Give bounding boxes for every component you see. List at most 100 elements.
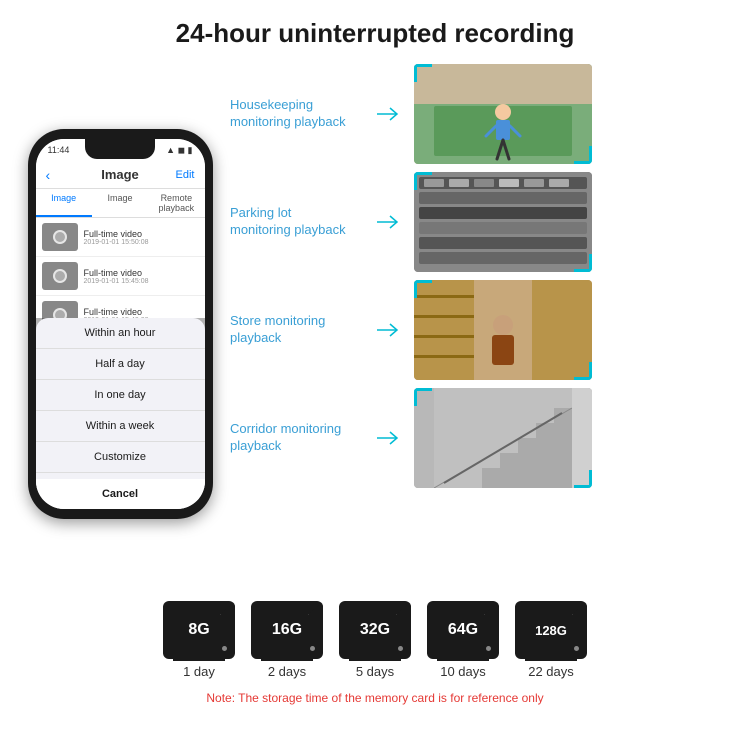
sd-card-8g: 8G: [163, 601, 235, 659]
monitoring-image-parking: [414, 172, 592, 272]
corridor-scene: [414, 388, 592, 488]
storage-card-8g: 8G 1 day: [163, 601, 235, 679]
storage-days-64g: 10 days: [440, 664, 486, 679]
item-info: Full-time video 2019-01-01 15:50:08: [84, 229, 199, 246]
page-title: 24-hour uninterrupted recording: [20, 18, 730, 49]
dropdown-item-half-day[interactable]: Half a day: [36, 349, 205, 380]
monitoring-label-corridor: Corridor monitoringplayback: [230, 421, 360, 455]
phone-notch: [85, 139, 155, 159]
corner-br: [574, 470, 592, 488]
sd-card-notch: [437, 656, 489, 661]
sd-card-dot: [222, 646, 227, 651]
sd-card-notch: [525, 656, 577, 661]
nav-back-button[interactable]: ‹: [46, 167, 51, 183]
tab-remote[interactable]: Remote playback: [148, 189, 204, 217]
sd-card-notch: [173, 656, 225, 661]
storage-days-128g: 22 days: [528, 664, 574, 679]
phone-nav: ‹ Image Edit: [36, 161, 205, 189]
corner-br: [574, 362, 592, 380]
storage-card-32g: 32G 5 days: [339, 601, 411, 679]
monitoring-image-corridor: [414, 388, 592, 488]
item-title: Full-time video: [84, 268, 199, 278]
sd-card-dot: [486, 646, 491, 651]
monitoring-text-housekeeping: Housekeepingmonitoring playback: [230, 97, 360, 131]
dropdown-cancel-button[interactable]: Cancel: [36, 479, 205, 509]
phone-mockup: 11:44 ▲ ◼ ▮ ‹ Image Edit Image Image Rem…: [20, 59, 220, 589]
tab-image[interactable]: Image: [36, 189, 92, 217]
dropdown-item-within-hour[interactable]: Within an hour: [36, 318, 205, 349]
corner-tl: [414, 388, 432, 406]
item-date: 2019-01-01 15:50:08: [84, 239, 199, 246]
dropdown-item-week[interactable]: Within a week: [36, 411, 205, 442]
list-item: Full-time video 2019-01-01 15:45:08: [36, 257, 205, 296]
play-icon: [53, 230, 67, 244]
monitoring-item-corridor: Corridor monitoringplayback: [230, 388, 730, 488]
monitoring-item-parking: Parking lotmonitoring playback: [230, 172, 730, 272]
monitoring-section: Housekeepingmonitoring playback: [230, 59, 730, 589]
monitoring-text-corridor: Corridor monitoringplayback: [230, 421, 360, 455]
nav-edit-button[interactable]: Edit: [176, 169, 195, 181]
sd-card-dot: [398, 646, 403, 651]
storage-card-128g: 128G 22 days: [515, 601, 587, 679]
sd-card-label-64g: 64G: [448, 621, 478, 639]
tab-image2[interactable]: Image: [92, 189, 148, 217]
corner-br: [574, 254, 592, 272]
nav-title: Image: [101, 167, 139, 182]
monitoring-item-store: Store monitoringplayback: [230, 280, 730, 380]
item-date: 2019-01-01 15:45:08: [84, 278, 199, 285]
storage-days-8g: 1 day: [183, 664, 215, 679]
phone-icons: ▲ ◼ ▮: [166, 145, 192, 156]
sd-card-128g: 128G: [515, 601, 587, 659]
page-header: 24-hour uninterrupted recording: [0, 0, 750, 59]
sd-card-notch: [261, 656, 313, 661]
sd-card-16g: 16G: [251, 601, 323, 659]
sd-card-32g: 32G: [339, 601, 411, 659]
video-thumbnail: [42, 223, 78, 251]
sd-card-64g: 64G: [427, 601, 499, 659]
storage-section: 8G 1 day 16G 2 days 32G 5 days: [0, 589, 750, 713]
sd-card-label-32g: 32G: [360, 621, 390, 639]
corner-tl: [414, 172, 432, 190]
storage-card-16g: 16G 2 days: [251, 601, 323, 679]
connector-store: [372, 280, 402, 380]
storage-days-16g: 2 days: [268, 664, 306, 679]
phone-screen: 11:44 ▲ ◼ ▮ ‹ Image Edit Image Image Rem…: [36, 139, 205, 509]
dropdown-item-customize[interactable]: Customize: [36, 442, 205, 473]
video-thumbnail: [42, 262, 78, 290]
main-content: 11:44 ▲ ◼ ▮ ‹ Image Edit Image Image Rem…: [0, 59, 750, 589]
phone-time: 11:44: [48, 145, 70, 155]
monitoring-image-store: [414, 280, 592, 380]
monitoring-image-housekeeping: [414, 64, 592, 164]
play-icon: [53, 269, 67, 283]
connector-parking: [372, 172, 402, 272]
monitoring-item-housekeeping: Housekeepingmonitoring playback: [230, 64, 730, 164]
phone-dropdown: Within an hour Half a day In one day Wit…: [36, 318, 205, 509]
monitoring-label-housekeeping: Housekeepingmonitoring playback: [230, 97, 360, 131]
monitoring-label-store: Store monitoringplayback: [230, 313, 360, 347]
sd-card-label-16g: 16G: [272, 621, 302, 639]
sd-card-notch: [349, 656, 401, 661]
phone-tabs: Image Image Remote playback: [36, 189, 205, 218]
corner-tl: [414, 280, 432, 298]
sd-card-dot: [310, 646, 315, 651]
item-title: Full-time video: [84, 229, 199, 239]
monitoring-text-parking: Parking lotmonitoring playback: [230, 205, 360, 239]
phone-body: 11:44 ▲ ◼ ▮ ‹ Image Edit Image Image Rem…: [28, 129, 213, 519]
item-info: Full-time video 2019-01-01 15:45:08: [84, 268, 199, 285]
connector-corridor: [372, 388, 402, 488]
parking-scene: [414, 172, 592, 272]
item-title: Full-time video: [84, 307, 199, 317]
dropdown-item-one-day[interactable]: In one day: [36, 380, 205, 411]
storage-cards: 8G 1 day 16G 2 days 32G 5 days: [163, 601, 587, 679]
corner-br: [574, 146, 592, 164]
sd-card-label-128g: 128G: [535, 623, 567, 638]
housekeeping-scene: [414, 64, 592, 164]
storage-card-64g: 64G 10 days: [427, 601, 499, 679]
sd-card-label-8g: 8G: [188, 621, 209, 639]
storage-days-32g: 5 days: [356, 664, 394, 679]
corner-tl: [414, 64, 432, 82]
connector-housekeeping: [372, 64, 402, 164]
list-item: Full-time video 2019-01-01 15:50:08: [36, 218, 205, 257]
storage-note: Note: The storage time of the memory car…: [206, 691, 543, 705]
monitoring-label-parking: Parking lotmonitoring playback: [230, 205, 360, 239]
